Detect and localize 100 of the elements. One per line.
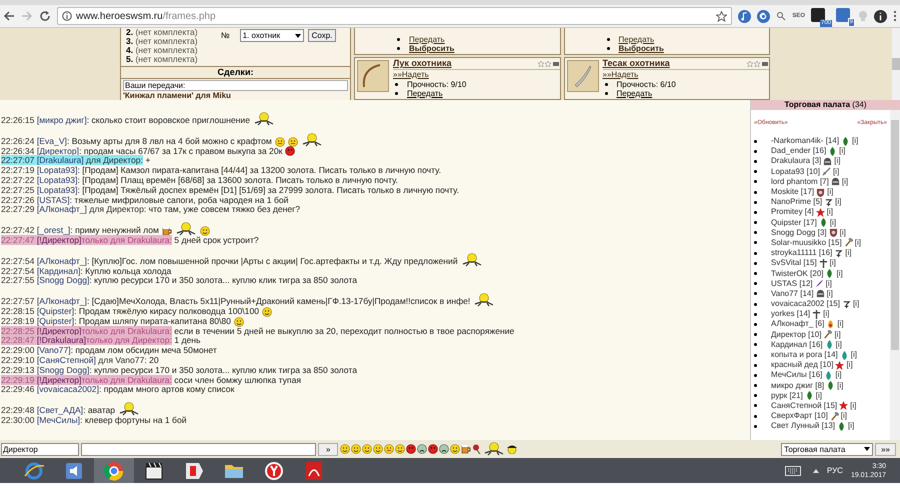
info-link[interactable]: [i] (826, 207, 833, 218)
player-entry[interactable]: СаняСтепной [15] (771, 400, 838, 411)
music-note-icon[interactable] (738, 10, 752, 22)
info-link[interactable]: [i] (834, 330, 841, 340)
player-entry[interactable]: Promitey [4] (771, 207, 814, 218)
player-entry[interactable]: рурк [21] (771, 390, 803, 401)
menu-icon[interactable] (893, 10, 897, 22)
player-entry[interactable]: Moskite [17] (771, 187, 814, 198)
info-icon[interactable] (874, 10, 887, 22)
outfit-select[interactable]: 1. охотник (240, 29, 304, 42)
info-link[interactable]: [i] (837, 319, 844, 330)
info-link[interactable]: [i] (836, 340, 842, 350)
item-action-link[interactable]: Передать (407, 89, 443, 98)
info-link[interactable]: [i] (840, 228, 846, 238)
smiley-icon (351, 444, 362, 454)
player-entry[interactable]: СверхФарт [10] (771, 411, 828, 422)
go-button[interactable]: »» (875, 442, 896, 456)
star-icon[interactable] (716, 10, 728, 22)
document-icon[interactable] (303, 460, 325, 482)
item-action-link[interactable]: Передать (409, 35, 445, 44)
back-arrow-icon[interactable] (3, 10, 15, 22)
player-entry[interactable]: АЛконафт_ [6] (771, 319, 824, 330)
info-link[interactable]: [i] (848, 421, 854, 432)
player-entry[interactable]: yorkes [14] (771, 309, 810, 320)
player-entry[interactable]: Lopata93 [10] (771, 166, 820, 177)
scrollbar[interactable] (892, 28, 900, 100)
player-entry[interactable]: Snogg Dogg [3] (771, 228, 827, 238)
info-link[interactable]: [i] (826, 288, 833, 299)
info-link[interactable]: [i] (834, 156, 841, 166)
player-entry[interactable]: Свет Лунный [13] (771, 421, 835, 432)
player-entry[interactable]: Quipster [17] (771, 218, 817, 228)
info-link[interactable]: [i] (839, 146, 846, 156)
info-link[interactable]: [i] (830, 218, 836, 228)
item-action-link[interactable]: Выбросить (618, 44, 664, 53)
player-entry[interactable]: vovaicaca2002 [15] (771, 299, 840, 310)
message-input[interactable] (81, 442, 316, 456)
info-link[interactable]: [i] (830, 258, 836, 268)
info-link[interactable]: [i] (836, 268, 843, 279)
keyboard-icon[interactable] (784, 466, 801, 476)
extension-button[interactable] (836, 8, 850, 22)
info-link[interactable]: [i] (826, 278, 832, 289)
player-entry[interactable]: Drakulaura [3] (771, 156, 822, 166)
dropdown-caret-icon (294, 34, 301, 38)
recipient-field[interactable]: Директор (1, 442, 79, 456)
send-button[interactable]: » (318, 442, 338, 456)
info-link[interactable]: [i] (854, 238, 861, 248)
player-entry[interactable]: Директор [10] (771, 330, 822, 340)
info-link[interactable]: [i] (840, 411, 848, 422)
address-bar[interactable]: www.heroeswsm.ru/frames.php (57, 7, 732, 25)
player-entry[interactable]: Vano77 [14] (771, 288, 814, 299)
item-action-link[interactable]: Передать (618, 35, 654, 44)
player-entry[interactable]: Кардинал [16] (771, 340, 823, 350)
player-entry[interactable]: NanoPrime [5] (771, 197, 822, 208)
circle-logo-icon[interactable] (263, 460, 285, 482)
caret-up-icon[interactable] (812, 468, 819, 472)
player-entry[interactable]: Dad_ender [16] (771, 146, 826, 156)
info-link[interactable]: [i] (850, 350, 857, 360)
info-link[interactable]: [i] (832, 166, 840, 177)
player-entry[interactable]: МечСилы [16] (771, 370, 822, 380)
at-sign-icon[interactable] (757, 10, 770, 22)
item-title-link[interactable]: Лук охотника (393, 58, 452, 69)
info-link[interactable]: [i] (852, 136, 858, 146)
chat-message: 22:27:55 [Snogg Dogg]: куплю ресурси 170 и 350 золота... куплю клик тигра за 850 золота (1, 276, 357, 286)
scrollbar[interactable] (890, 110, 900, 440)
language-indicator[interactable]: РУС (826, 464, 843, 476)
info-link[interactable]: [i] (846, 360, 853, 370)
info-link[interactable]: [i] (850, 400, 856, 411)
info-link[interactable]: [i] (842, 176, 848, 187)
wheel-icon[interactable] (103, 460, 125, 482)
item-action-link[interactable]: Выбросить (409, 44, 454, 53)
player-entry[interactable]: красный дед [10] (771, 360, 834, 370)
info-link[interactable]: [i] (816, 390, 822, 401)
player-entry[interactable]: копыта и рога [14] (771, 350, 838, 360)
swirl-icon[interactable] (23, 460, 45, 482)
player-entry[interactable]: -Narkoman4ik- [14] (771, 136, 840, 146)
info-icon[interactable] (62, 11, 72, 21)
equip-link[interactable]: »»Надеть (602, 70, 769, 80)
player-entry[interactable]: USTAS [12] (771, 278, 813, 289)
player-entry[interactable]: stroyka11111 [16] (771, 248, 832, 258)
info-link[interactable]: [i] (845, 248, 852, 258)
player-entry[interactable]: TwisterOK [20] (771, 268, 824, 279)
player-entry[interactable]: SvSVital [15] (771, 258, 817, 268)
face-icon (406, 444, 416, 454)
info-link[interactable]: [i] (827, 187, 834, 198)
player-entry[interactable]: lord phantom [7] (771, 176, 829, 187)
info-link[interactable]: [i] (823, 309, 830, 320)
info-link[interactable]: [i] (852, 299, 860, 310)
player-entry[interactable]: Solar-muusikko [15] (771, 238, 842, 248)
search-icon[interactable] (776, 11, 786, 21)
player-entry[interactable]: микро джиг [8] (771, 380, 824, 391)
item-title-link[interactable]: Тесак охотника (602, 58, 670, 69)
room-select[interactable]: Торговая палата (781, 442, 874, 456)
item-action-link[interactable]: Передать (616, 89, 652, 98)
info-link[interactable]: [i] (835, 197, 842, 208)
save-button[interactable]: Сохр. (308, 29, 336, 42)
equip-link[interactable]: »»Надеть (393, 70, 560, 80)
reload-icon[interactable] (39, 10, 51, 22)
info-link[interactable]: [i] (835, 370, 842, 380)
info-link[interactable]: [i] (837, 380, 844, 391)
outfit-slot: 4. (нет комплекта) (126, 46, 221, 55)
